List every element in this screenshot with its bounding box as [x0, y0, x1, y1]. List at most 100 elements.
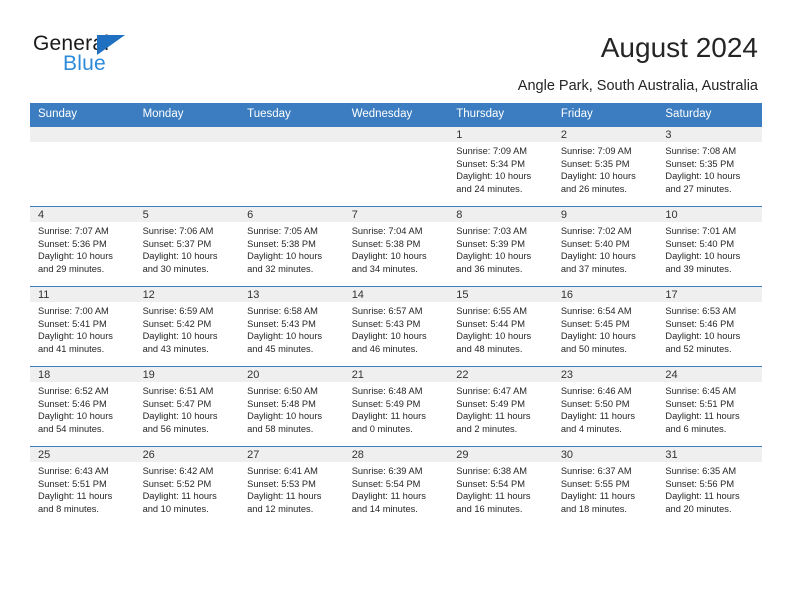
calendar-day-cell[interactable]: 19 Sunrise: 6:51 AM Sunset: 5:47 PM Dayligh… [134, 366, 240, 447]
calendar-day-cell[interactable]: 22 Sunrise: 6:47 AM Sunset: 5:49 PM Dayligh… [448, 366, 553, 447]
day-details: Sunrise: 7:00 AM Sunset: 5:41 PM Daylight:… [30, 302, 135, 355]
sunrise-text: Sunrise: 6:45 AM [665, 386, 737, 396]
daylight-text-line1: Daylight: 11 hours [456, 411, 531, 422]
day-details: Sunrise: 6:42 AM Sunset: 5:52 PM Daylight:… [135, 462, 240, 515]
day-number: 16 [552, 287, 658, 302]
daylight-text-line2: and 6 minutes. [665, 423, 727, 434]
day-details: Sunrise: 6:57 AM Sunset: 5:43 PM Daylight:… [344, 302, 449, 355]
sunset-text: Sunset: 5:52 PM [142, 478, 212, 489]
daylight-text-line2: and 56 minutes. [142, 423, 209, 434]
day-number: 22 [448, 367, 553, 382]
daylight-text-line2: and 20 minutes. [665, 503, 732, 514]
calendar-day-cell[interactable]: 6 Sunrise: 7:05 AM Sunset: 5:38 PM Daylight… [239, 206, 344, 287]
day-details: Sunrise: 6:52 AM Sunset: 5:46 PM Daylight:… [30, 382, 135, 435]
sunset-text: Sunset: 5:48 PM [247, 398, 316, 409]
calendar-day-cell[interactable]: 10 Sunrise: 7:01 AM Sunset: 5:40 PM Dayligh… [657, 206, 762, 287]
sunset-text: Sunset: 5:39 PM [456, 238, 525, 249]
sunrise-text: Sunrise: 6:58 AM [247, 306, 318, 316]
calendar-day-cell[interactable]: 18 Sunrise: 6:52 AM Sunset: 5:46 PM Dayligh… [30, 366, 135, 447]
calendar-day-cell[interactable]: 15 Sunrise: 6:55 AM Sunset: 5:44 PM Dayligh… [448, 286, 553, 367]
day-number: 21 [343, 367, 449, 382]
daylight-text-line1: Daylight: 11 hours [665, 411, 740, 422]
daylight-text-line2: and 4 minutes. [560, 423, 622, 434]
day-number: 31 [657, 447, 762, 462]
calendar-day-cell[interactable]: 24 Sunrise: 6:45 AM Sunset: 5:51 PM Dayligh… [657, 366, 762, 447]
sunset-text: Sunset: 5:51 PM [665, 398, 735, 409]
sunset-text: Sunset: 5:37 PM [142, 238, 212, 249]
day-details: Sunrise: 6:48 AM Sunset: 5:49 PM Daylight:… [344, 382, 449, 435]
sunrise-text: Sunrise: 7:00 AM [38, 306, 109, 316]
sunrise-text: Sunrise: 6:55 AM [456, 306, 528, 316]
day-details: Sunrise: 6:35 AM Sunset: 5:56 PM Daylight:… [657, 462, 762, 515]
calendar-day-cell[interactable]: 23 Sunrise: 6:46 AM Sunset: 5:50 PM Dayligh… [552, 366, 658, 447]
daylight-text-line1: Daylight: 10 hours [456, 251, 532, 262]
daylight-text-line1: Daylight: 10 hours [38, 251, 113, 262]
daylight-text-line1: Daylight: 10 hours [560, 251, 636, 262]
location-subtitle: Angle Park, South Australia, Australia [517, 78, 758, 94]
day-details: Sunrise: 6:45 AM Sunset: 5:51 PM Daylight:… [657, 382, 762, 435]
daylight-text-line2: and 0 minutes. [351, 423, 413, 434]
calendar-day-cell[interactable]: 26 Sunrise: 6:42 AM Sunset: 5:52 PM Dayligh… [134, 446, 240, 526]
calendar-day-cell[interactable]: 29 Sunrise: 6:38 AM Sunset: 5:54 PM Dayligh… [448, 446, 553, 526]
day-number: 8 [448, 207, 553, 222]
weekday-header-sunday: Sunday [30, 103, 135, 127]
calendar-day-cell[interactable]: 9 Sunrise: 7:02 AM Sunset: 5:40 PM Daylight… [552, 206, 658, 287]
sunrise-text: Sunrise: 6:57 AM [351, 306, 423, 316]
daylight-text-line2: and 34 minutes. [351, 263, 418, 274]
weekday-header-friday: Friday [552, 103, 658, 127]
daylight-text-line2: and 12 minutes. [247, 503, 314, 514]
calendar-day-cell[interactable]: 20 Sunrise: 6:50 AM Sunset: 5:48 PM Dayligh… [239, 366, 344, 447]
calendar-day-cell[interactable]: 14 Sunrise: 6:57 AM Sunset: 5:43 PM Dayligh… [343, 286, 449, 367]
sunset-text: Sunset: 5:35 PM [665, 158, 735, 169]
calendar-day-cell[interactable]: 12 Sunrise: 6:59 AM Sunset: 5:42 PM Dayligh… [134, 286, 240, 367]
daylight-text-line1: Daylight: 10 hours [247, 411, 323, 422]
calendar-day-cell[interactable]: 1 Sunrise: 7:09 AM Sunset: 5:34 PM Daylight… [448, 126, 553, 207]
day-details: Sunrise: 6:53 AM Sunset: 5:46 PM Daylight:… [657, 302, 762, 355]
daylight-text-line2: and 52 minutes. [665, 343, 732, 354]
calendar-day-cell[interactable]: 11 Sunrise: 7:00 AM Sunset: 5:41 PM Dayligh… [30, 286, 135, 367]
calendar-day-cell[interactable]: 30 Sunrise: 6:37 AM Sunset: 5:55 PM Dayligh… [552, 446, 658, 526]
calendar-day-cell[interactable]: 25 Sunrise: 6:43 AM Sunset: 5:51 PM Dayligh… [30, 446, 135, 526]
day-details: Sunrise: 7:04 AM Sunset: 5:38 PM Daylight:… [344, 222, 449, 275]
day-number: 3 [657, 127, 762, 142]
daylight-text-line1: Daylight: 10 hours [38, 411, 113, 422]
day-details: Sunrise: 6:54 AM Sunset: 5:45 PM Daylight:… [553, 302, 658, 355]
sunset-text: Sunset: 5:49 PM [351, 398, 421, 409]
day-details: Sunrise: 7:06 AM Sunset: 5:37 PM Daylight:… [135, 222, 240, 275]
sunset-text: Sunset: 5:49 PM [456, 398, 525, 409]
daylight-text-line1: Daylight: 10 hours [665, 171, 741, 182]
calendar-day-cell[interactable]: 31 Sunrise: 6:35 AM Sunset: 5:56 PM Dayligh… [657, 446, 762, 526]
generalblue-logo[interactable]: General Blue [33, 32, 253, 82]
calendar-day-cell[interactable]: 5 Sunrise: 7:06 AM Sunset: 5:37 PM Daylight… [134, 206, 240, 287]
calendar-day-cell[interactable]: 13 Sunrise: 6:58 AM Sunset: 5:43 PM Dayligh… [239, 286, 344, 367]
sunset-text: Sunset: 5:55 PM [560, 478, 630, 489]
sunrise-text: Sunrise: 7:09 AM [456, 146, 528, 156]
calendar-day-cell[interactable]: 8 Sunrise: 7:03 AM Sunset: 5:39 PM Daylight… [448, 206, 553, 287]
daylight-text-line2: and 58 minutes. [247, 423, 314, 434]
calendar-day-cell[interactable]: 3 Sunrise: 7:08 AM Sunset: 5:35 PM Daylight… [657, 126, 762, 207]
day-details: Sunrise: 7:07 AM Sunset: 5:36 PM Daylight:… [30, 222, 135, 275]
calendar-day-cell[interactable]: 16 Sunrise: 6:54 AM Sunset: 5:45 PM Dayligh… [552, 286, 658, 367]
calendar-day-cell[interactable]: 21 Sunrise: 6:48 AM Sunset: 5:49 PM Dayligh… [343, 366, 449, 447]
daylight-text-line1: Daylight: 11 hours [142, 491, 217, 502]
calendar-day-cell[interactable]: 27 Sunrise: 6:41 AM Sunset: 5:53 PM Dayligh… [239, 446, 344, 526]
sunset-text: Sunset: 5:54 PM [456, 478, 525, 489]
daylight-text-line1: Daylight: 10 hours [38, 331, 113, 342]
calendar-day-cell[interactable]: 7 Sunrise: 7:04 AM Sunset: 5:38 PM Daylight… [343, 206, 449, 287]
calendar-day-cell[interactable]: 4 Sunrise: 7:07 AM Sunset: 5:36 PM Daylight… [30, 206, 135, 287]
day-number: 26 [134, 447, 240, 462]
day-details: Sunrise: 7:05 AM Sunset: 5:38 PM Daylight:… [239, 222, 344, 275]
calendar-day-cell[interactable]: 2 Sunrise: 7:09 AM Sunset: 5:35 PM Daylight… [552, 126, 658, 207]
day-details: Sunrise: 6:41 AM Sunset: 5:53 PM Daylight:… [239, 462, 344, 515]
calendar-day-cell[interactable]: 17 Sunrise: 6:53 AM Sunset: 5:46 PM Dayligh… [657, 286, 762, 367]
sunrise-text: Sunrise: 6:41 AM [247, 466, 318, 476]
calendar-day-cell[interactable]: 28 Sunrise: 6:39 AM Sunset: 5:54 PM Dayligh… [343, 446, 449, 526]
sunset-text: Sunset: 5:47 PM [142, 398, 212, 409]
daylight-text-line1: Daylight: 10 hours [247, 331, 323, 342]
sunset-text: Sunset: 5:43 PM [247, 318, 316, 329]
day-number: 24 [657, 367, 762, 382]
day-details: Sunrise: 6:46 AM Sunset: 5:50 PM Daylight:… [553, 382, 658, 435]
sunset-text: Sunset: 5:53 PM [247, 478, 316, 489]
daylight-text-line2: and 50 minutes. [560, 343, 627, 354]
sunset-text: Sunset: 5:56 PM [665, 478, 735, 489]
